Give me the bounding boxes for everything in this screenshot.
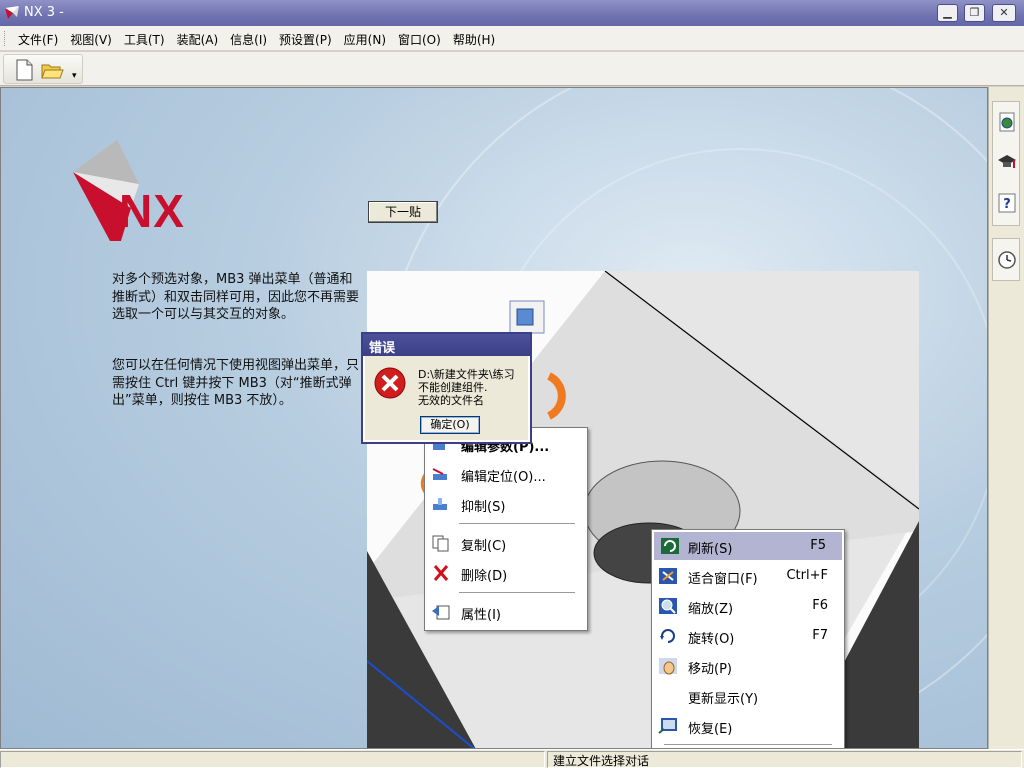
menu-separator [664, 744, 832, 745]
ok-button[interactable]: 确定(O) [420, 416, 480, 434]
menu-item-copy[interactable]: 复制(C) [425, 529, 587, 557]
error-icon [374, 367, 406, 399]
nx-logo-text: NX [119, 185, 185, 237]
menu-view[interactable]: 视图(V) [64, 31, 118, 48]
tip-paragraph-2: 您可以在任何情况下使用视图弹出菜单，只需按住 Ctrl 键并按下 MB3（对“推… [112, 358, 360, 408]
menu-information[interactable]: 信息(I) [224, 31, 273, 48]
toolbar-dropdown-icon[interactable]: ▾ [72, 71, 77, 81]
menu-tools[interactable]: 工具(T) [118, 31, 171, 48]
view-context-menu: 刷新(S) F5 适合窗口(F) Ctrl+F 缩放(Z) F6 旋转(O) F… [651, 529, 845, 748]
close-button[interactable]: ✕ [992, 4, 1016, 22]
resource-bar: ? [988, 87, 1024, 749]
properties-icon [432, 605, 450, 620]
menu-separator [459, 592, 575, 593]
next-tip-button[interactable]: 下一贴 [368, 201, 438, 223]
rotate-icon [660, 629, 675, 643]
menu-item-pan[interactable]: 移动(P) [652, 652, 844, 680]
fit-icon [659, 568, 677, 584]
copy-icon [432, 535, 449, 552]
menu-item-restore[interactable]: 恢复(E) [652, 712, 844, 740]
main-canvas: NX 下一贴 对多个预选对象，MB3 弹出菜单（普通和推断式）和双击同样可用，因… [0, 87, 988, 749]
error-dialog-title: 错误 [363, 334, 530, 356]
resource-bar-group [992, 238, 1020, 281]
zoom-icon [659, 598, 677, 614]
tip-paragraph-1: 对多个预选对象，MB3 弹出菜单（普通和推断式）和双击同样可用，因此您不再需要选… [112, 272, 360, 322]
menu-item-zoom[interactable]: 缩放(Z) F6 [652, 592, 844, 620]
restore-view-icon [658, 718, 677, 734]
status-bar: 建立文件选择对话 [0, 749, 1024, 768]
edit-position-icon [432, 468, 447, 480]
refresh-icon [661, 538, 679, 554]
standard-toolbar: ▾ [3, 54, 83, 84]
nx-app-icon [5, 6, 19, 19]
menu-item-delete[interactable]: 删除(D) [425, 559, 587, 587]
web-page-icon[interactable] [997, 112, 1017, 132]
open-folder-icon[interactable] [40, 59, 64, 81]
resource-bar-group: ? [992, 101, 1020, 226]
delete-icon [433, 565, 449, 581]
menu-application[interactable]: 应用(N) [338, 31, 392, 48]
menu-preferences[interactable]: 预设置(P) [273, 31, 338, 48]
title-bar: NX 3 - ▁ ❐ ✕ [0, 0, 1024, 26]
new-file-icon[interactable] [12, 59, 36, 81]
error-message-line: D:\新建文件夹\练习 [418, 368, 515, 381]
help-icon[interactable]: ? [997, 193, 1017, 213]
menu-item-rotate[interactable]: 旋转(O) F7 [652, 622, 844, 650]
training-icon[interactable] [997, 152, 1017, 172]
svg-text:?: ? [1003, 197, 1011, 212]
feature-context-menu: 编辑参数(P)... 编辑定位(O)... 抑制(S) 复制(C) 删除(D) … [424, 427, 588, 631]
menu-assemblies[interactable]: 装配(A) [171, 31, 225, 48]
window-title: NX 3 - [24, 5, 64, 20]
menu-help[interactable]: 帮助(H) [447, 31, 501, 48]
menu-grip[interactable] [4, 31, 7, 46]
menu-bar: 文件(F) 视图(V) 工具(T) 装配(A) 信息(I) 预设置(P) 应用(… [0, 26, 1024, 51]
toolbar: ▾ [0, 52, 1024, 86]
menu-file[interactable]: 文件(F) [12, 31, 64, 48]
menu-item-suppress[interactable]: 抑制(S) [425, 490, 587, 518]
menu-window[interactable]: 窗口(O) [392, 31, 447, 48]
history-clock-icon[interactable] [997, 250, 1017, 270]
error-message-line: 无效的文件名 [418, 394, 484, 407]
menu-item-update-display[interactable]: 更新显示(Y) [652, 682, 844, 710]
menu-item-edit-position[interactable]: 编辑定位(O)... [425, 460, 587, 488]
error-dialog-body: D:\新建文件夹\练习 不能创建组件. 无效的文件名 确定(O) [365, 356, 528, 440]
menu-item-refresh[interactable]: 刷新(S) F5 [654, 532, 842, 560]
error-message-line: 不能创建组件. [418, 381, 488, 394]
menu-separator [459, 523, 575, 524]
error-dialog: 错误 D:\新建文件夹\练习 不能创建组件. 无效的文件名 确定(O) [361, 332, 532, 444]
suppress-icon [433, 498, 447, 510]
status-text: 建立文件选择对话 [553, 754, 650, 768]
restore-button[interactable]: ❐ [964, 4, 985, 22]
error-message: D:\新建文件夹\练习 不能创建组件. 无效的文件名 [418, 368, 515, 407]
pan-icon [659, 658, 677, 675]
minimize-button[interactable]: ▁ [937, 4, 958, 22]
status-cell-left [0, 751, 545, 768]
menu-item-fit[interactable]: 适合窗口(F) Ctrl+F [652, 562, 844, 590]
menu-item-properties[interactable]: 属性(I) [425, 598, 587, 626]
